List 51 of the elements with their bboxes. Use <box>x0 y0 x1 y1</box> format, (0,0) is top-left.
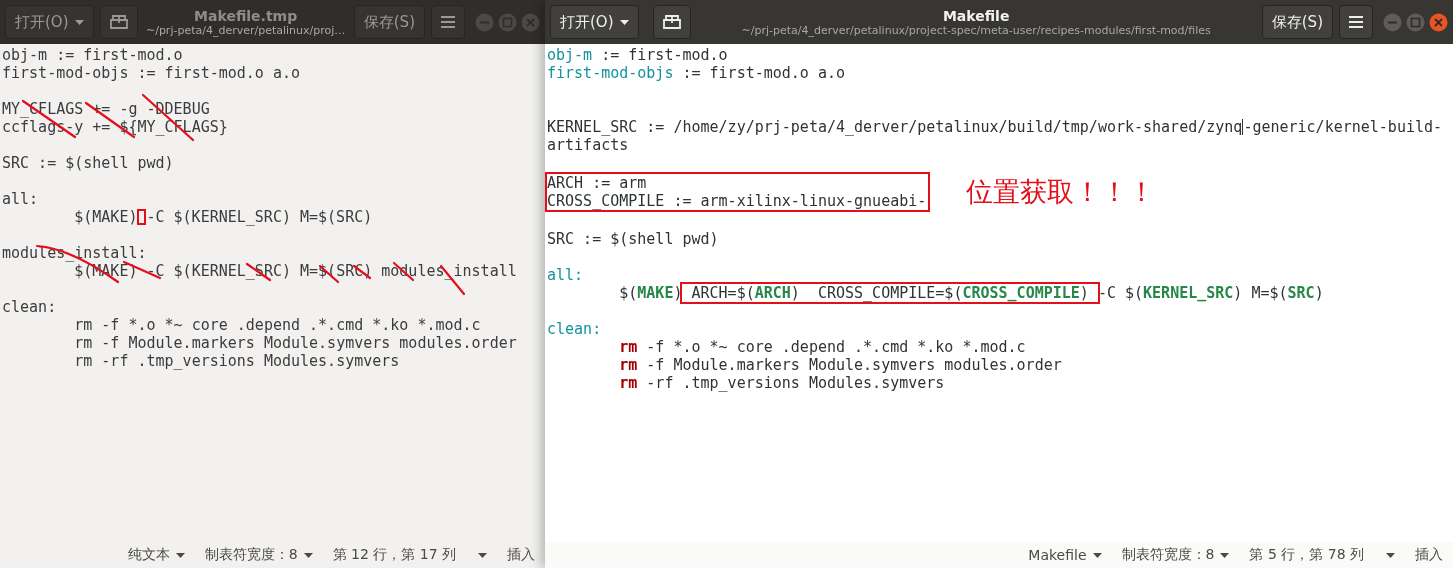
new-tab-button[interactable] <box>99 5 138 39</box>
status-item[interactable]: 纯文本 <box>127 546 185 564</box>
menu-button[interactable] <box>431 5 465 39</box>
code-line: SRC := $(shell pwd) <box>547 230 719 248</box>
code-line: all: <box>2 190 39 208</box>
code-line: first-mod-objs := first-mod.o a.o <box>547 64 846 82</box>
new-document-icon <box>662 14 681 30</box>
status-item[interactable]: 第 5 行，第 78 列 <box>1249 546 1395 564</box>
code-line: first-mod-objs := first-mod.o a.o <box>2 64 300 82</box>
code-line: SRC := $(shell pwd) <box>2 154 174 172</box>
open-button[interactable]: 打开(O) <box>550 5 639 39</box>
file-path: ~/prj-peta/4_derver/petalinux/proj… <box>145 23 346 37</box>
code-line: rm -f *.o *~ core .depend .*.cmd *.ko *.mod.c <box>74 316 481 334</box>
code-line: $(MAKE) ARCH=$(ARCH) CROSS_COMPILE=$(CROSS_COMPILE) -C $(KERNEL_SRC) M=$(SRC) <box>619 284 1324 302</box>
code-line: obj-m := first-mod.o <box>2 46 183 64</box>
status-item[interactable]: 第 12 行，第 17 列 <box>332 546 487 564</box>
save-button[interactable]: 保存(S) <box>353 5 425 39</box>
menu-icon <box>441 16 455 28</box>
code-line: ARCH := arm <box>547 174 647 192</box>
window-title: Makefile.tmp <box>194 7 298 24</box>
open-button[interactable]: 打开(O) <box>5 5 94 39</box>
status-item[interactable]: 制表符宽度：8 <box>204 546 313 564</box>
code-line: rm -f Module.markers Module.symvers modules.order <box>619 356 1062 374</box>
window-title: Makefile <box>942 7 1010 24</box>
menu-icon <box>1349 16 1363 28</box>
annotation-note: 位置获取！！！ <box>965 175 1157 209</box>
code-line: clean: <box>2 298 57 316</box>
code-line: artifacts <box>547 136 629 154</box>
code-line: obj-m := first-mod.o <box>547 46 728 64</box>
new-document-icon <box>109 14 128 30</box>
status-item[interactable]: 插入 <box>507 546 535 564</box>
new-tab-button[interactable] <box>652 5 691 39</box>
caret-icon <box>619 19 629 25</box>
code-line: rm -rf .tmp_versions Modules.symvers <box>619 374 945 392</box>
menu-button[interactable] <box>1339 5 1373 39</box>
status-item[interactable]: Makefile <box>1028 547 1102 563</box>
text-area[interactable] <box>545 44 1453 542</box>
status-item[interactable]: 制表符宽度：8 <box>1121 546 1230 564</box>
code-line: KERNEL_SRC := /home/zy/prj-peta/4_derver/petalinux/build/tmp/work-shared/zynq-generic/kernel-build- <box>547 118 1443 136</box>
close-icon[interactable] <box>1429 12 1448 32</box>
code-line: CROSS_COMPILE := arm-xilinx-linux-gnueabi- <box>547 192 927 210</box>
code-line: rm -f *.o *~ core .depend .*.cmd *.ko *.mod.c <box>619 338 1026 356</box>
code-line: rm -rf .tmp_versions Modules.symvers <box>74 352 400 370</box>
status-item[interactable]: 插入 <box>1415 546 1443 564</box>
caret-icon <box>74 19 84 25</box>
code-line: clean: <box>547 320 602 338</box>
save-button[interactable]: 保存(S) <box>1261 5 1333 39</box>
code-line: rm -f Module.markers Module.symvers modules.order <box>74 334 517 352</box>
code-line: all: <box>547 266 584 284</box>
code-line: $(MAKE) -C $(KERNEL_SRC) M=$(SRC) <box>74 208 373 226</box>
file-path: ~/prj-peta/4_derver/petalinux/project-spec/meta-user/recipes-modules/first-mod/files <box>741 23 1211 37</box>
